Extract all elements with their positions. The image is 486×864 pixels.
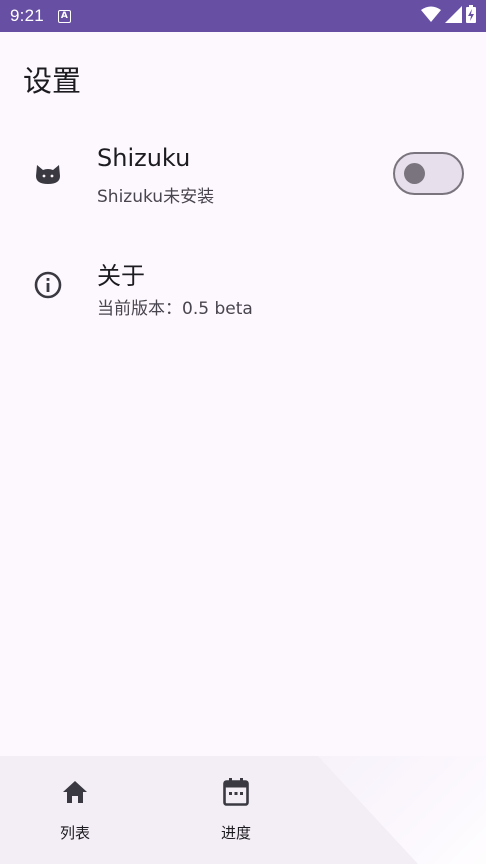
bottom-navigation: 列表 进度 xyxy=(0,756,486,864)
nav-label: 进度 xyxy=(220,824,251,842)
wifi-icon xyxy=(421,6,441,26)
cat-icon xyxy=(34,160,62,188)
battery-charging-icon xyxy=(466,5,476,27)
info-icon xyxy=(34,271,62,299)
setting-subtitle: Shizuku未安装 xyxy=(97,187,215,207)
status-icons xyxy=(421,5,476,27)
switch-thumb xyxy=(404,162,425,184)
notification-icon: A xyxy=(57,9,71,23)
status-time: 9:21 xyxy=(10,6,44,25)
signal-icon xyxy=(445,5,462,27)
nav-item-progress[interactable]: 进度 xyxy=(176,756,296,864)
setting-subtitle: 当前版本：0.5 beta xyxy=(97,299,253,319)
nav-item-list[interactable]: 列表 xyxy=(15,756,135,864)
setting-about[interactable]: 关于 当前版本：0.5 beta xyxy=(0,238,486,334)
home-icon xyxy=(61,778,89,806)
setting-title: 关于 xyxy=(97,262,145,290)
calendar-icon xyxy=(222,778,250,806)
setting-title: Shizuku xyxy=(97,144,191,172)
nav-label: 列表 xyxy=(59,824,90,842)
nav-shadow-decoration xyxy=(318,756,486,864)
page-title: 设置 xyxy=(23,64,82,98)
shizuku-switch[interactable] xyxy=(393,152,464,195)
status-bar: 9:21 A xyxy=(0,0,486,32)
